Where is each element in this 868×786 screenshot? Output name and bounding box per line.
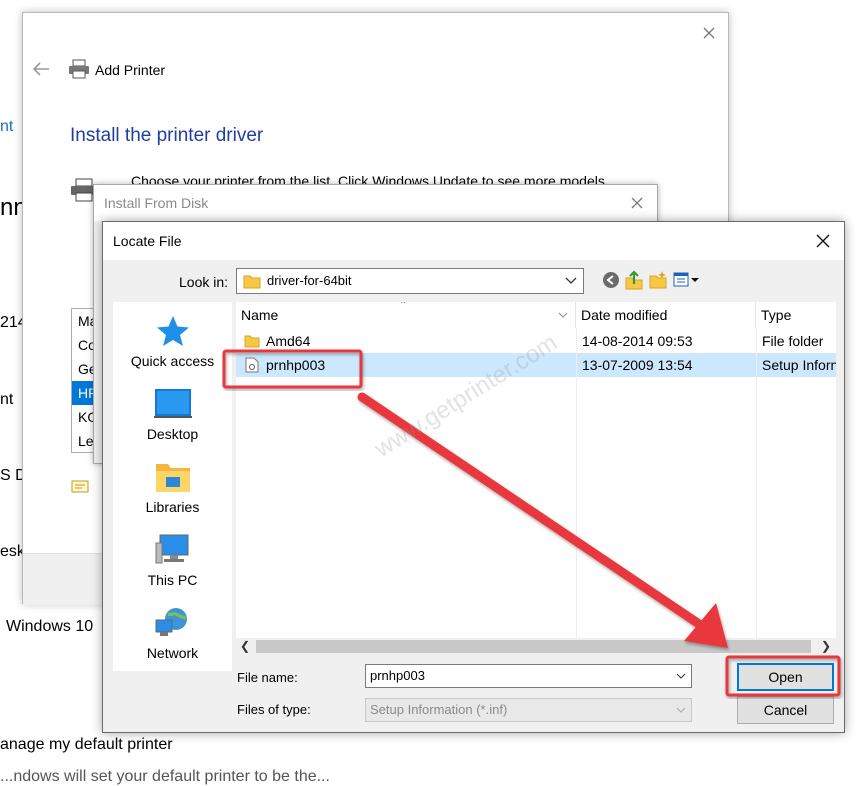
highlight-box-file (222, 349, 363, 389)
highlight-box-open (725, 655, 841, 697)
annotation-overlay (222, 349, 841, 697)
